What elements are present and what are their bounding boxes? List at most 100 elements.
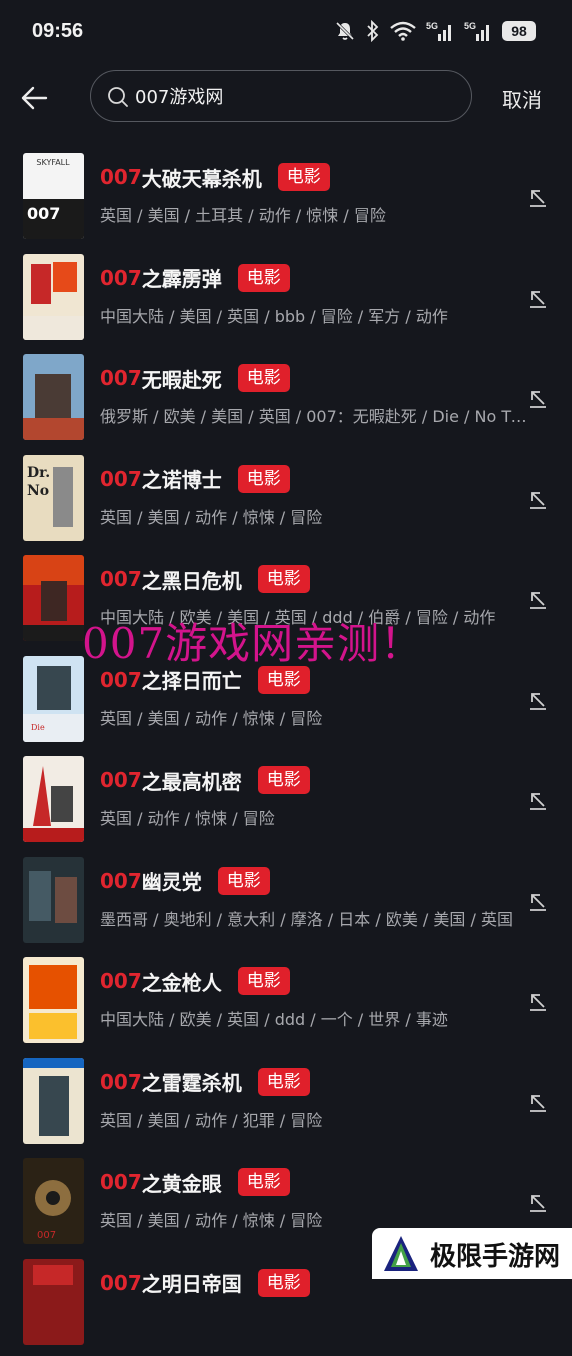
type-badge: 电影 [238, 465, 290, 493]
result-title: 大破天幕杀机 [142, 163, 262, 192]
result-title: 之雷霆杀机 [142, 1067, 242, 1096]
signal-icon-2: 5G [464, 20, 492, 42]
svg-text:Dr.: Dr. [27, 465, 50, 481]
title-prefix: 007 [100, 266, 142, 290]
type-badge: 电影 [238, 967, 290, 995]
movie-poster [23, 254, 84, 340]
search-results-list: SKYFALL007 007大破天幕杀机电影 英国 / 美国 / 土耳其 / 动… [0, 150, 572, 1356]
type-badge: 电影 [278, 163, 330, 191]
type-badge: 电影 [258, 1269, 310, 1297]
title-prefix: 007 [100, 869, 142, 893]
search-input[interactable] [135, 83, 435, 109]
search-icon [107, 86, 129, 108]
fill-arrow-icon[interactable] [527, 287, 549, 309]
cancel-button[interactable]: 取消 [502, 84, 542, 113]
fill-arrow-icon[interactable] [527, 488, 549, 510]
result-title: 之黄金眼 [142, 1168, 222, 1197]
result-tags: 英国 / 美国 / 动作 / 惊悚 / 冒险 [100, 705, 528, 729]
title-prefix: 007 [100, 165, 142, 189]
fill-arrow-icon[interactable] [527, 890, 549, 912]
result-tags: 英国 / 动作 / 惊悚 / 冒险 [100, 805, 528, 829]
fill-arrow-icon[interactable] [527, 1191, 549, 1213]
movie-poster [23, 857, 84, 943]
result-item[interactable]: 007之霹雳弹电影 中国大陆 / 美国 / 英国 / bbb / 冒险 / 军方… [0, 251, 572, 352]
search-bar: 取消 [0, 70, 572, 126]
result-title: 无暇赴死 [142, 364, 222, 393]
title-prefix: 007 [100, 1070, 142, 1094]
status-icons: 5G 5G 98 [334, 20, 536, 42]
type-badge: 电影 [258, 766, 310, 794]
result-item[interactable]: SKYFALL007 007大破天幕杀机电影 英国 / 美国 / 土耳其 / 动… [0, 150, 572, 251]
movie-poster: SKYFALL 007 [23, 153, 84, 239]
movie-poster [23, 1259, 84, 1345]
result-item[interactable]: 007无暇赴死电影 俄罗斯 / 欧美 / 美国 / 英国 / 007：无暇赴死 … [0, 351, 572, 452]
fill-arrow-icon[interactable] [527, 1091, 549, 1113]
title-prefix: 007 [100, 1271, 142, 1295]
fill-arrow-icon[interactable] [527, 588, 549, 610]
movie-poster: 007 [23, 1158, 84, 1244]
result-tags: 中国大陆 / 美国 / 英国 / bbb / 冒险 / 军方 / 动作 [100, 303, 528, 327]
result-item[interactable]: Dr. No 007之诺博士电影 英国 / 美国 / 动作 / 惊悚 / 冒险 [0, 452, 572, 553]
type-badge: 电影 [218, 867, 270, 895]
result-item[interactable]: 007之雷霆杀机电影 英国 / 美国 / 动作 / 犯罪 / 冒险 [0, 1055, 572, 1156]
movie-poster [23, 957, 84, 1043]
fill-arrow-icon[interactable] [527, 387, 549, 409]
title-prefix: 007 [100, 467, 142, 491]
battery-indicator: 98 [502, 21, 536, 41]
fill-arrow-icon[interactable] [527, 990, 549, 1012]
fill-arrow-icon[interactable] [527, 186, 549, 208]
result-title: 之金枪人 [142, 967, 222, 996]
search-box[interactable] [90, 70, 472, 122]
title-prefix: 007 [100, 768, 142, 792]
type-badge: 电影 [258, 565, 310, 593]
svg-text:No: No [27, 483, 49, 499]
result-title: 之霹雳弹 [142, 263, 222, 292]
type-badge: 电影 [238, 364, 290, 392]
svg-text:5G: 5G [426, 21, 438, 31]
movie-poster [23, 354, 84, 440]
title-prefix: 007 [100, 366, 142, 390]
result-tags: 墨西哥 / 奥地利 / 意大利 / 摩洛 / 日本 / 欧美 / 美国 / 英国 [100, 906, 528, 930]
brand-name: 极限手游网 [430, 1236, 560, 1273]
result-title: 之明日帝国 [142, 1268, 242, 1297]
mute-icon [334, 20, 356, 42]
back-arrow-icon[interactable] [18, 82, 52, 114]
bluetooth-icon [366, 20, 380, 42]
movie-poster: Dr. No [23, 455, 84, 541]
status-time: 09:56 [32, 20, 83, 43]
movie-poster [23, 555, 84, 641]
movie-poster: Die [23, 656, 84, 742]
result-title: 之最高机密 [142, 766, 242, 795]
result-item[interactable]: 007之最高机密电影 英国 / 动作 / 惊悚 / 冒险 [0, 753, 572, 854]
movie-poster [23, 756, 84, 842]
title-prefix: 007 [100, 668, 142, 692]
wifi-icon [390, 21, 416, 41]
result-tags: 英国 / 美国 / 动作 / 惊悚 / 冒险 [100, 504, 528, 528]
result-title: 幽灵党 [142, 866, 202, 895]
result-tags: 俄罗斯 / 欧美 / 美国 / 英国 / 007：无暇赴死 / Die / No… [100, 403, 528, 427]
title-prefix: 007 [100, 969, 142, 993]
type-badge: 电影 [258, 1068, 310, 1096]
signal-icon: 5G [426, 20, 454, 42]
status-bar: 09:56 5G 5G 98 [0, 0, 572, 66]
title-prefix: 007 [100, 567, 142, 591]
svg-text:5G: 5G [464, 21, 476, 31]
result-tags: 英国 / 美国 / 动作 / 犯罪 / 冒险 [100, 1107, 528, 1131]
svg-text:SKYFALL: SKYFALL [36, 158, 70, 167]
movie-poster [23, 1058, 84, 1144]
fill-arrow-icon[interactable] [527, 789, 549, 811]
fill-arrow-icon[interactable] [527, 689, 549, 711]
brand-badge: 极限手游网 [372, 1228, 572, 1279]
result-title: 之黑日危机 [142, 565, 242, 594]
type-badge: 电影 [238, 1168, 290, 1196]
type-badge: 电影 [238, 264, 290, 292]
svg-text:007: 007 [37, 1230, 56, 1241]
svg-text:007: 007 [27, 204, 60, 223]
title-prefix: 007 [100, 1170, 142, 1194]
result-item[interactable]: 007之金枪人电影 中国大陆 / 欧美 / 英国 / ddd / 一个 / 世界… [0, 954, 572, 1055]
result-title: 之诺博士 [142, 464, 222, 493]
result-item[interactable]: 007幽灵党电影 墨西哥 / 奥地利 / 意大利 / 摩洛 / 日本 / 欧美 … [0, 854, 572, 955]
brand-logo-icon [380, 1233, 422, 1275]
watermark-text: 007游戏网亲测！ [82, 610, 423, 671]
result-tags: 英国 / 美国 / 土耳其 / 动作 / 惊悚 / 冒险 [100, 202, 528, 226]
